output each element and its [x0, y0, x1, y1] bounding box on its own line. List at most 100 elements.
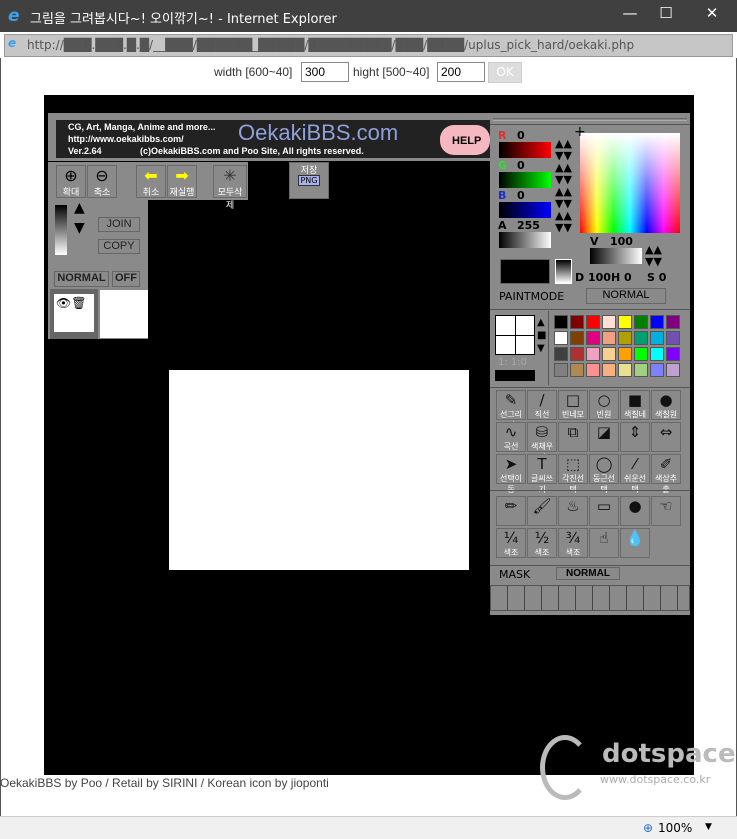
address-bar[interactable]: e http://███.███.█.█/__███/██████_█████/…	[4, 34, 733, 57]
tool-button[interactable]: ⛁색채우기	[527, 422, 557, 462]
palette-swatch[interactable]	[650, 347, 664, 361]
palette-swatch[interactable]	[618, 315, 632, 329]
value-slider[interactable]	[590, 248, 642, 264]
tool-button[interactable]: ∿ 곡선	[496, 422, 526, 452]
copy-button[interactable]: COPY	[98, 239, 140, 254]
tool-button[interactable]: ⧉	[558, 422, 588, 452]
palette-swatch[interactable]	[634, 315, 648, 329]
palette-swatch[interactable]	[650, 363, 664, 377]
zoom-in-button[interactable]: ⊕ 확대	[56, 165, 86, 198]
zoom-out-button[interactable]: ⊖ 축소	[87, 165, 117, 198]
layer-alpha-slider[interactable]	[55, 205, 67, 255]
palette-swatch[interactable]	[554, 363, 568, 377]
mask-mode-button[interactable]: NORMAL	[556, 567, 620, 580]
brush-button[interactable]: ¾ 색조	[558, 528, 588, 558]
tool-button[interactable]: ⬚각진선택	[558, 454, 588, 494]
brush-button[interactable]: ●	[620, 496, 650, 526]
rgb-stepper-arrows[interactable]: ▲▲ ▼▼ ▲▲ ▼▼ ▲▲ ▼▼ ▲▲ ▼▼	[555, 138, 577, 234]
density-swatch[interactable]	[555, 259, 572, 284]
layer-controls[interactable]: 👁🗑	[50, 289, 98, 339]
brush-button[interactable]: 🖌	[527, 496, 557, 526]
tool-button[interactable]: ⇔	[651, 422, 681, 452]
palette-swatch[interactable]	[554, 347, 568, 361]
palette-swatch[interactable]	[634, 363, 648, 377]
join-button[interactable]: JOIN	[98, 217, 140, 232]
eye-trash-icon[interactable]: 👁🗑	[54, 294, 94, 332]
tool-button[interactable]: ⇕	[620, 422, 650, 452]
brush-button[interactable]: ☜	[651, 496, 681, 526]
paintmode-button[interactable]: NORMAL	[586, 288, 666, 304]
save-button[interactable]: 저장 PNG	[289, 162, 329, 199]
pen-size-stepper[interactable]: ▲ ■ ▼	[537, 316, 546, 355]
ok-button[interactable]: OK	[488, 62, 522, 83]
tool-button[interactable]: ∕ 직선	[527, 390, 557, 420]
height-input[interactable]	[437, 62, 485, 82]
palette-swatch[interactable]	[650, 331, 664, 345]
layer-up-arrow[interactable]: ▲	[74, 201, 85, 215]
brush-button[interactable]: ½ 색조	[527, 528, 557, 558]
palette-swatch[interactable]	[570, 315, 584, 329]
palette-swatch[interactable]	[602, 315, 616, 329]
blue-slider[interactable]	[499, 202, 551, 218]
brush-button[interactable]: ✏	[496, 496, 526, 526]
tool-button[interactable]: ✎선그리기	[496, 390, 526, 430]
zoom-level[interactable]: 100%	[658, 821, 692, 835]
color-picker[interactable]	[580, 133, 680, 233]
alpha-slider[interactable]	[499, 232, 551, 248]
layer-mode-button[interactable]: NORMAL	[54, 271, 109, 287]
pen-density-bar[interactable]	[495, 370, 535, 381]
brush-button[interactable]: ♨	[558, 496, 588, 526]
palette-swatch[interactable]	[586, 315, 600, 329]
value-stepper-arrows[interactable]: ▲▲ ▼▼	[645, 244, 662, 268]
palette-swatch[interactable]	[602, 363, 616, 377]
palette-swatch[interactable]	[602, 347, 616, 361]
palette-swatch[interactable]	[618, 363, 632, 377]
palette-swatch[interactable]	[570, 363, 584, 377]
palette-swatch[interactable]	[618, 347, 632, 361]
palette-swatch[interactable]	[618, 331, 632, 345]
palette-swatch[interactable]	[666, 347, 680, 361]
tool-button[interactable]: ◪	[589, 422, 619, 452]
palette-swatch[interactable]	[650, 315, 664, 329]
clear-all-button[interactable]: ✳ 모두삭제	[213, 165, 247, 211]
palette-swatch[interactable]	[666, 331, 680, 345]
palette-swatch[interactable]	[586, 363, 600, 377]
tool-button[interactable]: ■색칠네모	[620, 390, 650, 430]
close-button[interactable]: ✕	[694, 4, 730, 28]
layer-thumbnail[interactable]	[100, 290, 148, 338]
palette-swatch[interactable]	[586, 347, 600, 361]
zoom-dropdown-icon[interactable]: ▼	[705, 822, 712, 832]
tool-button[interactable]: ⁄쉬운선택	[620, 454, 650, 494]
palette-swatch[interactable]	[570, 347, 584, 361]
brush-button[interactable]: ▭	[589, 496, 619, 526]
palette-swatch[interactable]	[634, 347, 648, 361]
pen-size-preview[interactable]	[495, 315, 535, 355]
green-slider[interactable]	[499, 172, 551, 188]
palette-swatch[interactable]	[666, 315, 680, 329]
palette-swatch[interactable]	[602, 331, 616, 345]
minimize-button[interactable]: —	[612, 4, 648, 28]
redo-button[interactable]: ➡ 재실행	[167, 165, 197, 198]
brush-button[interactable]: ☝	[589, 528, 619, 558]
palette-swatch[interactable]	[666, 363, 680, 377]
drawing-canvas[interactable]	[169, 370, 469, 570]
help-button[interactable]: HELP	[440, 125, 490, 155]
brush-button[interactable]: ¼ 색조	[496, 528, 526, 558]
palette-swatch[interactable]	[554, 331, 568, 345]
mask-color-slots[interactable]	[490, 585, 690, 611]
tool-button[interactable]: □ 빈네모	[558, 390, 588, 420]
layer-down-arrow[interactable]: ▼	[74, 221, 85, 235]
width-input[interactable]	[301, 62, 349, 82]
palette-swatch[interactable]	[586, 331, 600, 345]
palette-swatch[interactable]	[634, 331, 648, 345]
tool-button[interactable]: ➤선택이동	[496, 454, 526, 494]
maximize-button[interactable]: ☐	[648, 4, 684, 28]
brush-button[interactable]: 💧	[620, 528, 650, 558]
tool-button[interactable]: ○ 빈원	[589, 390, 619, 420]
tool-button[interactable]: ◯둥근선택	[589, 454, 619, 494]
tool-button[interactable]: ✐색상추출	[651, 454, 681, 494]
palette-swatch[interactable]	[554, 315, 568, 329]
layer-off-button[interactable]: OFF	[112, 271, 140, 287]
red-slider[interactable]	[499, 142, 551, 158]
palette-swatch[interactable]	[570, 331, 584, 345]
